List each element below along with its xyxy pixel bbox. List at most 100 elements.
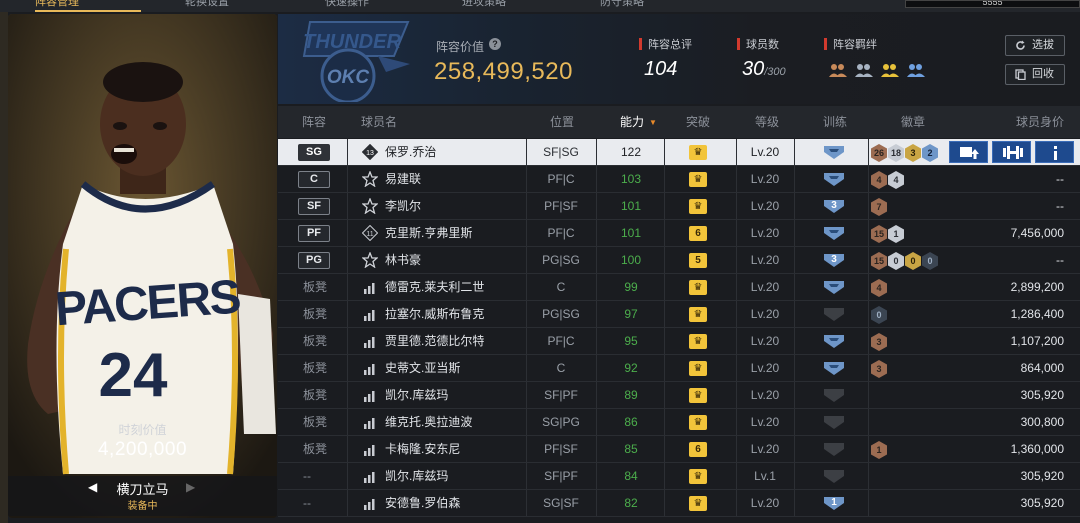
- table-row[interactable]: PG 林书豪 PG|SG 100 5 Lv.20 3 15 0 0 0 --: [278, 247, 1080, 274]
- badge-icon[interactable]: 4: [888, 171, 904, 189]
- badge-icon[interactable]: 0: [871, 306, 887, 324]
- table-row[interactable]: 板凳 德雷克.莱夫利二世 C 99 ♛ Lv.20 4 2,899,200: [278, 274, 1080, 301]
- table-row[interactable]: 板凳 维克托.奥拉迪波 SG|PG 86 ♛ Lv.20 300,800: [278, 409, 1080, 436]
- lineup-position-badge[interactable]: SF: [298, 198, 330, 215]
- badge-icon[interactable]: 0: [888, 252, 904, 270]
- player-name[interactable]: 保罗.乔治: [385, 139, 436, 165]
- lineup-position-badge[interactable]: PG: [298, 252, 330, 269]
- badge-list: 7: [871, 197, 888, 216]
- group-icon[interactable]: [906, 62, 926, 78]
- skill-name: 横刀立马: [116, 482, 169, 497]
- col-ability[interactable]: 能力 ▼: [620, 106, 657, 138]
- table-row[interactable]: -- 凯尔.库兹玛 SF|PF 84 ♛ Lv.1 305,920: [278, 463, 1080, 490]
- group-icon[interactable]: [854, 62, 874, 78]
- player-position: PF|SF: [544, 442, 578, 456]
- player-name[interactable]: 拉塞尔.威斯布鲁克: [385, 301, 484, 327]
- player-count-label: 球员数: [746, 39, 779, 51]
- group-icon[interactable]: [828, 62, 848, 78]
- table-row[interactable]: -- 安德鲁.罗伯森 SG|SF 82 ♛ Lv.20 1 305,920: [278, 490, 1080, 517]
- tab-quick-ops[interactable]: 快速操作: [325, 0, 385, 12]
- tab-offense[interactable]: 进攻策略: [462, 0, 522, 12]
- player-name[interactable]: 安德鲁.罗伯森: [385, 490, 460, 516]
- col-position[interactable]: 位置: [550, 106, 574, 138]
- signal-bars-icon: [364, 364, 375, 375]
- column-divider: [868, 436, 869, 462]
- badge-icon[interactable]: 0: [922, 252, 938, 270]
- col-value[interactable]: 球员身价: [1016, 106, 1064, 138]
- badge-icon[interactable]: 4: [871, 279, 887, 297]
- badge-icon[interactable]: 1: [888, 225, 904, 243]
- player-level: Lv.20: [750, 442, 780, 456]
- badge-icon[interactable]: 2: [922, 144, 938, 162]
- tab-lineup-manage[interactable]: 阵容管理: [35, 0, 141, 12]
- player-name[interactable]: 凯尔.库兹玛: [385, 463, 448, 489]
- player-ability: 92: [624, 361, 638, 375]
- player-ability: 95: [624, 334, 638, 348]
- player-name[interactable]: 凯尔.库兹玛: [385, 382, 448, 408]
- tab-rotation[interactable]: 轮换设置: [185, 0, 245, 12]
- bond-icons: [828, 62, 928, 81]
- table-row[interactable]: 板凳 史蒂文.亚当斯 C 92 ♛ Lv.20 3 864,000: [278, 355, 1080, 382]
- col-name[interactable]: 球员名: [361, 106, 397, 138]
- lineup-position-badge[interactable]: C: [298, 171, 330, 188]
- column-divider: [664, 328, 665, 354]
- player-name[interactable]: 李凯尔: [385, 193, 421, 219]
- player-value: 305,920: [1020, 496, 1064, 510]
- player-name[interactable]: 克里斯.亨弗里斯: [385, 220, 472, 246]
- badge-icon[interactable]: 3: [871, 360, 887, 378]
- table-row[interactable]: 板凳 凯尔.库兹玛 SF|PF 89 ♛ Lv.20 305,920: [278, 382, 1080, 409]
- badge-icon[interactable]: 0: [905, 252, 921, 270]
- tab-defense[interactable]: 防守策略: [600, 0, 660, 12]
- player-name[interactable]: 德雷克.莱夫利二世: [385, 274, 484, 300]
- player-name[interactable]: 林书豪: [385, 247, 421, 273]
- player-name[interactable]: 贾里德.范德比尔特: [385, 328, 484, 354]
- player-name[interactable]: 易建联: [385, 166, 421, 192]
- col-level[interactable]: 等级: [755, 106, 779, 138]
- table-row[interactable]: SG 13 保罗.乔治 SF|SG 122 ♛ Lv.20 26 18 3 2: [278, 139, 1080, 166]
- column-divider: [596, 220, 597, 246]
- column-divider: [868, 409, 869, 435]
- col-training[interactable]: 训练: [823, 106, 847, 138]
- column-divider: [664, 274, 665, 300]
- svg-text:11: 11: [366, 231, 373, 238]
- table-row[interactable]: C 易建联 PF|C 103 ♛ Lv.20 4 4 --: [278, 166, 1080, 193]
- badge-icon[interactable]: 7: [871, 198, 887, 216]
- player-name[interactable]: 维克托.奥拉迪波: [385, 409, 472, 435]
- column-divider: [596, 247, 597, 273]
- crown-icon: ♛: [689, 415, 707, 430]
- badge-icon[interactable]: 4: [871, 171, 887, 189]
- lineup-position-badge[interactable]: PF: [298, 225, 330, 242]
- col-badges[interactable]: 徽章: [901, 106, 925, 138]
- training-button[interactable]: [992, 141, 1031, 163]
- badge-icon[interactable]: 1: [871, 441, 887, 459]
- badge-icon[interactable]: 18: [888, 144, 904, 162]
- col-breakthrough[interactable]: 突破: [686, 106, 710, 138]
- question-icon[interactable]: ?: [489, 38, 501, 50]
- select-button[interactable]: 选拔: [1005, 35, 1065, 56]
- badge-icon[interactable]: 15: [871, 225, 887, 243]
- table-row[interactable]: 板凳 卡梅隆.安东尼 PF|SF 85 6 Lv.20 1 1,360,000: [278, 436, 1080, 463]
- search-input[interactable]: 5555: [905, 0, 1080, 8]
- player-position: C: [556, 361, 566, 375]
- table-row[interactable]: 板凳 贾里德.范德比尔特 PF|C 95 ♛ Lv.20 3 1,107,200: [278, 328, 1080, 355]
- group-icon[interactable]: [880, 62, 900, 78]
- upgrade-button[interactable]: [949, 141, 988, 163]
- col-lineup[interactable]: 阵容: [302, 106, 326, 138]
- badge-icon[interactable]: 15: [871, 252, 887, 270]
- badge-list: 3: [871, 359, 888, 378]
- info-button[interactable]: [1035, 141, 1074, 163]
- badge-icon[interactable]: 3: [905, 144, 921, 162]
- recycle-button[interactable]: 回收: [1005, 64, 1065, 85]
- column-divider: [347, 463, 348, 489]
- badge-icon[interactable]: 3: [871, 333, 887, 351]
- table-row[interactable]: PF 11 克里斯.亨弗里斯 PF|C 101 6 Lv.20 15 1 7,456,000: [278, 220, 1080, 247]
- lineup-position-badge[interactable]: SG: [298, 144, 330, 161]
- crown-icon: ♛: [689, 469, 707, 484]
- player-name[interactable]: 史蒂文.亚当斯: [385, 355, 460, 381]
- badge-icon[interactable]: 26: [871, 144, 887, 162]
- table-row[interactable]: SF 李凯尔 PF|SF 101 ♛ Lv.20 3 7 --: [278, 193, 1080, 220]
- table-row[interactable]: 板凳 拉塞尔.威斯布鲁克 PG|SG 97 ♛ Lv.20 0 1,286,400: [278, 301, 1080, 328]
- column-divider: [794, 301, 795, 327]
- star-icon: [362, 252, 378, 268]
- player-name[interactable]: 卡梅隆.安东尼: [385, 436, 460, 462]
